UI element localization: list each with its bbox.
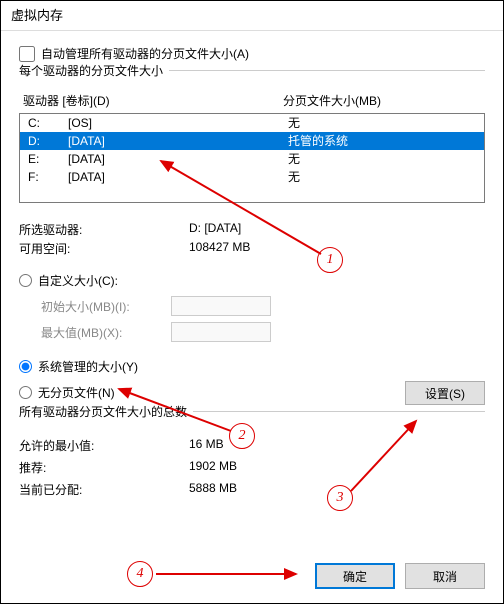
recommended-value: 1902 MB: [189, 459, 485, 479]
radio-custom-size[interactable]: [19, 274, 32, 287]
cancel-button[interactable]: 取消: [405, 563, 485, 589]
table-row[interactable]: C: [OS] 无: [20, 114, 484, 132]
max-size-input: [171, 322, 271, 342]
selected-drive-value: D: [DATA]: [189, 221, 485, 238]
dialog-button-row: 确定 取消: [315, 563, 485, 589]
initial-size-input: [171, 296, 271, 316]
initial-size-label: 初始大小(MB)(I):: [41, 298, 171, 315]
totals-block: 允许的最小值: 16 MB 推荐: 1902 MB 当前已分配: 5888 MB: [19, 437, 485, 501]
min-allowed-value: 16 MB: [189, 437, 485, 457]
auto-manage-row: 自动管理所有驱动器的分页文件大小(A): [19, 45, 485, 62]
radio-no-paging[interactable]: [19, 386, 32, 399]
section-label-drives: 每个驱动器的分页文件大小: [19, 62, 169, 79]
annotation-arrow-4: [151, 559, 311, 589]
table-row[interactable]: E: [DATA] 无: [20, 150, 484, 168]
ok-button[interactable]: 确定: [315, 563, 395, 589]
max-size-label: 最大值(MB)(X):: [41, 324, 171, 341]
min-allowed-label: 允许的最小值:: [19, 437, 189, 457]
radio-custom-label[interactable]: 自定义大小(C):: [38, 272, 118, 289]
drive-list-header: 驱动器 [卷标](D) 分页文件大小(MB): [19, 92, 485, 109]
section-separator-totals: 所有驱动器分页文件大小的总数: [19, 411, 485, 429]
table-row[interactable]: F: [DATA] 无: [20, 168, 484, 186]
radio-none-label[interactable]: 无分页文件(N): [38, 384, 115, 401]
radio-system-label[interactable]: 系统管理的大小(Y): [38, 358, 138, 375]
auto-manage-label[interactable]: 自动管理所有驱动器的分页文件大小(A): [41, 45, 249, 62]
selected-drive-info: 所选驱动器: D: [DATA] 可用空间: 108427 MB: [19, 221, 485, 257]
auto-manage-checkbox[interactable]: [19, 46, 35, 62]
annotation-circle-4: 4: [127, 561, 153, 587]
section-label-totals: 所有驱动器分页文件大小的总数: [19, 403, 193, 420]
available-space-label: 可用空间:: [19, 240, 189, 257]
dialog-content: 自动管理所有驱动器的分页文件大小(A) 每个驱动器的分页文件大小 驱动器 [卷标…: [1, 31, 503, 603]
set-button[interactable]: 设置(S): [405, 381, 485, 405]
drive-listbox[interactable]: C: [OS] 无 D: [DATA] 托管的系统 E: [DATA] 无 F:…: [19, 113, 485, 203]
section-separator-drives: 每个驱动器的分页文件大小: [19, 70, 485, 88]
window-title: 虚拟内存: [1, 1, 503, 31]
column-drive: 驱动器 [卷标](D): [23, 92, 263, 109]
allocated-label: 当前已分配:: [19, 481, 189, 501]
available-space-value: 108427 MB: [189, 240, 485, 257]
selected-drive-label: 所选驱动器:: [19, 221, 189, 238]
radio-system-managed[interactable]: [19, 360, 32, 373]
allocated-value: 5888 MB: [189, 481, 485, 501]
column-size: 分页文件大小(MB): [263, 92, 481, 109]
recommended-label: 推荐:: [19, 459, 189, 479]
table-row[interactable]: D: [DATA] 托管的系统: [20, 132, 484, 150]
dialog-window: 虚拟内存 自动管理所有驱动器的分页文件大小(A) 每个驱动器的分页文件大小 驱动…: [0, 0, 504, 604]
